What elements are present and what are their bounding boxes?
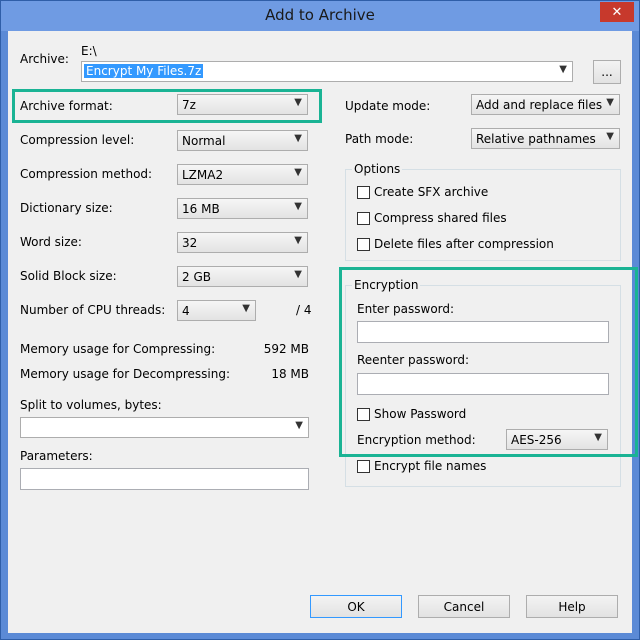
checkbox-box[interactable] <box>357 459 370 473</box>
chevron-down-icon: ▼ <box>606 97 614 108</box>
dictionary-size-label: Dictionary size: <box>20 201 113 215</box>
dialog-window: Add to Archive ✕ Archive: E:\ Encrypt My… <box>0 0 640 640</box>
dictionary-size-select[interactable]: 16 MB ▼ <box>177 198 308 219</box>
compression-level-value: Normal <box>182 134 226 148</box>
chevron-down-icon: ▼ <box>294 167 302 178</box>
ok-button[interactable]: OK <box>310 595 402 618</box>
compression-level-select[interactable]: Normal ▼ <box>177 130 308 151</box>
encrypt-names-label[interactable]: Encrypt file names <box>374 459 486 473</box>
split-volumes-combo[interactable]: ▼ <box>20 417 309 438</box>
chevron-down-icon[interactable]: ▼ <box>295 420 303 431</box>
close-icon: ✕ <box>611 4 623 20</box>
word-size-value: 32 <box>182 236 198 250</box>
archive-filename-combo[interactable]: Encrypt My Files.7z ▼ <box>81 61 573 82</box>
cpu-threads-select[interactable]: 4 ▼ <box>177 300 256 321</box>
archive-path: E:\ <box>81 44 97 58</box>
options-group-title: Options <box>352 162 403 176</box>
browse-button[interactable]: ... <box>593 60 621 84</box>
path-mode-label: Path mode: <box>345 132 414 146</box>
dialog-title: Add to Archive <box>265 6 375 24</box>
compression-method-label: Compression method: <box>20 167 153 181</box>
compression-method-value: LZMA2 <box>182 168 224 182</box>
create-sfx-label[interactable]: Create SFX archive <box>374 185 488 199</box>
compression-level-label: Compression level: <box>20 133 135 147</box>
chevron-down-icon: ▼ <box>242 303 250 314</box>
title-bar[interactable]: Add to Archive ✕ <box>1 1 639 31</box>
split-volumes-label: Split to volumes, bytes: <box>20 398 162 412</box>
help-button[interactable]: Help <box>526 595 618 618</box>
encryption-highlight <box>339 267 638 457</box>
cpu-threads-value: 4 <box>182 304 190 318</box>
memory-decompress-label: Memory usage for Decompressing: <box>20 367 230 381</box>
solid-block-size-label: Solid Block size: <box>20 269 117 283</box>
close-button[interactable]: ✕ <box>600 2 634 22</box>
encrypt-names-checkbox[interactable]: Encrypt file names <box>357 459 486 473</box>
memory-compress-value: 592 MB <box>263 342 309 356</box>
path-mode-select[interactable]: Relative pathnames ▼ <box>471 128 620 149</box>
checkbox-box[interactable] <box>357 185 370 199</box>
update-mode-value: Add and replace files <box>476 98 603 112</box>
update-mode-label: Update mode: <box>345 99 431 113</box>
word-size-label: Word size: <box>20 235 82 249</box>
compress-shared-label[interactable]: Compress shared files <box>374 211 507 225</box>
word-size-select[interactable]: 32 ▼ <box>177 232 308 253</box>
solid-block-size-value: 2 GB <box>182 270 211 284</box>
archive-label: Archive: <box>20 52 69 66</box>
chevron-down-icon: ▼ <box>294 235 302 246</box>
chevron-down-icon: ▼ <box>294 133 302 144</box>
memory-compress-label: Memory usage for Compressing: <box>20 342 216 356</box>
dictionary-size-value: 16 MB <box>182 202 220 216</box>
solid-block-size-select[interactable]: 2 GB ▼ <box>177 266 308 287</box>
cancel-button[interactable]: Cancel <box>418 595 510 618</box>
compression-method-select[interactable]: LZMA2 ▼ <box>177 164 308 185</box>
memory-decompress-value: 18 MB <box>271 367 309 381</box>
create-sfx-checkbox[interactable]: Create SFX archive <box>357 185 488 199</box>
checkbox-box[interactable] <box>357 211 370 225</box>
chevron-down-icon: ▼ <box>294 201 302 212</box>
chevron-down-icon: ▼ <box>294 269 302 280</box>
path-mode-value: Relative pathnames <box>476 132 596 146</box>
checkbox-box[interactable] <box>357 237 370 251</box>
archive-format-highlight <box>12 89 322 123</box>
dialog-client-area: Archive: E:\ Encrypt My Files.7z ▼ ... A… <box>8 31 638 633</box>
delete-after-label[interactable]: Delete files after compression <box>374 237 554 251</box>
cpu-threads-max: / 4 <box>296 303 312 317</box>
delete-after-checkbox[interactable]: Delete files after compression <box>357 237 554 251</box>
chevron-down-icon: ▼ <box>606 131 614 142</box>
compress-shared-checkbox[interactable]: Compress shared files <box>357 211 507 225</box>
archive-filename-value[interactable]: Encrypt My Files.7z <box>84 64 204 78</box>
update-mode-select[interactable]: Add and replace files ▼ <box>471 94 620 115</box>
cpu-threads-label: Number of CPU threads: <box>20 303 166 317</box>
parameters-input[interactable] <box>20 468 309 490</box>
chevron-down-icon[interactable]: ▼ <box>559 64 567 75</box>
parameters-label: Parameters: <box>20 449 93 463</box>
